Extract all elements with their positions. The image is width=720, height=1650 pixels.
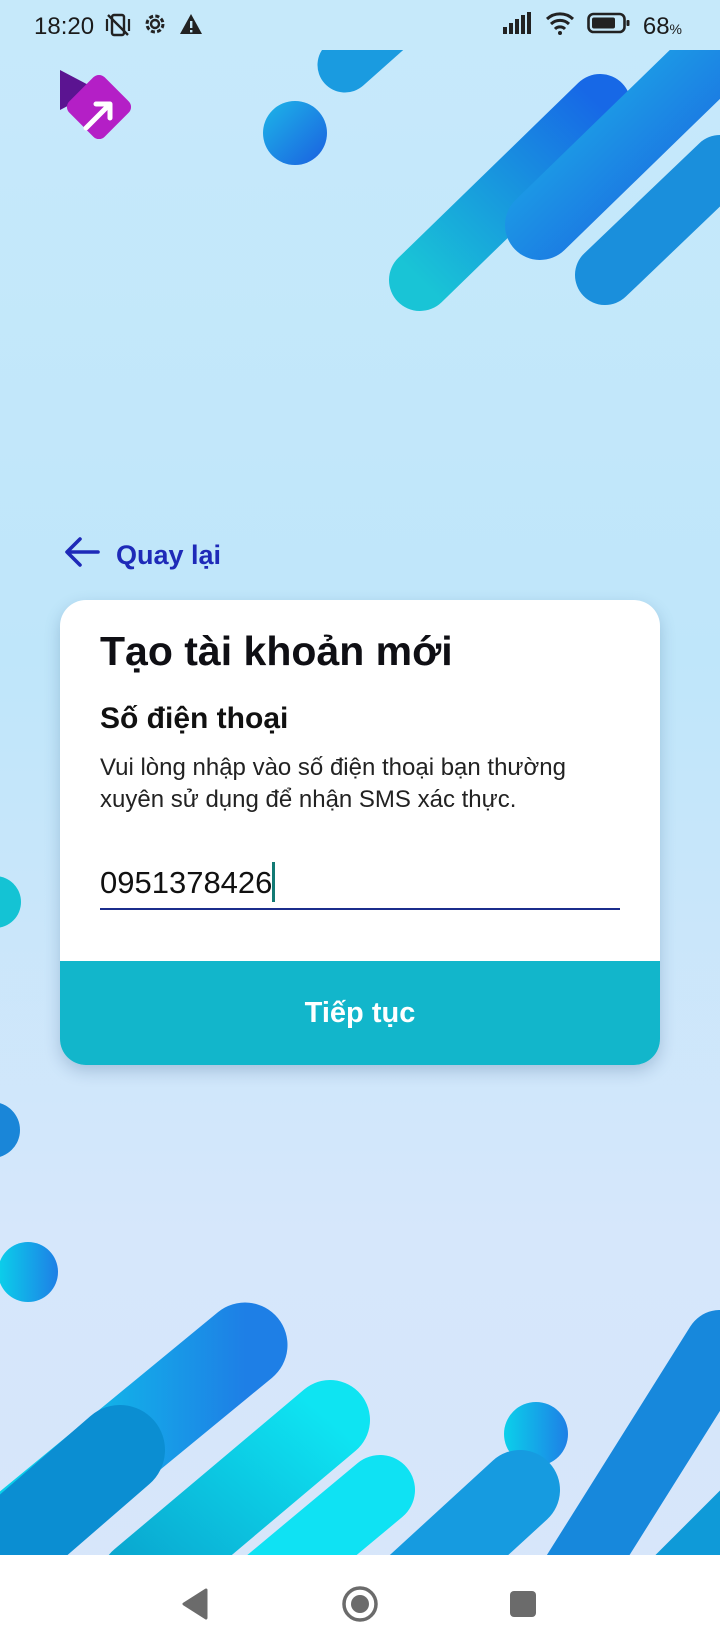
page-title: Tạo tài khoản mới: [100, 628, 453, 674]
gear-icon: [142, 11, 168, 46]
vibrate-off-icon: [104, 11, 132, 46]
battery-percent-unit: %: [669, 20, 682, 37]
home-circle-icon[interactable]: [335, 1579, 385, 1629]
battery-percent-value: 68: [642, 12, 670, 40]
phone-field-label: Số điện thoại: [100, 702, 289, 735]
status-icons-right: 68%: [502, 11, 682, 42]
signup-card: Tạo tài khoản mới Số điện thoại Vui lòng…: [60, 600, 660, 1065]
battery-icon: [587, 11, 631, 42]
back-link[interactable]: Quay lại: [64, 536, 221, 575]
phone-field-description: Vui lòng nhập vào số điện thoại bạn thườ…: [100, 754, 566, 813]
system-nav-bar: [0, 1555, 720, 1650]
status-bar: 18:20 68%: [0, 0, 720, 50]
back-label: Quay lại: [116, 540, 222, 570]
phone-input[interactable]: [100, 858, 620, 910]
app-logo-icon: [58, 68, 142, 148]
status-icons-left: [104, 11, 204, 46]
arrow-left-icon: [64, 536, 100, 575]
signal-icon: [502, 12, 533, 41]
battery-percent: 68%: [643, 13, 682, 41]
continue-button[interactable]: Tiếp tục: [60, 961, 660, 1065]
warning-icon: [178, 11, 204, 46]
status-time: 18:20: [34, 13, 95, 40]
text-caret: [272, 862, 275, 902]
wifi-icon: [545, 11, 575, 42]
recents-square-icon[interactable]: [498, 1579, 548, 1629]
back-triangle-icon[interactable]: [170, 1579, 220, 1629]
